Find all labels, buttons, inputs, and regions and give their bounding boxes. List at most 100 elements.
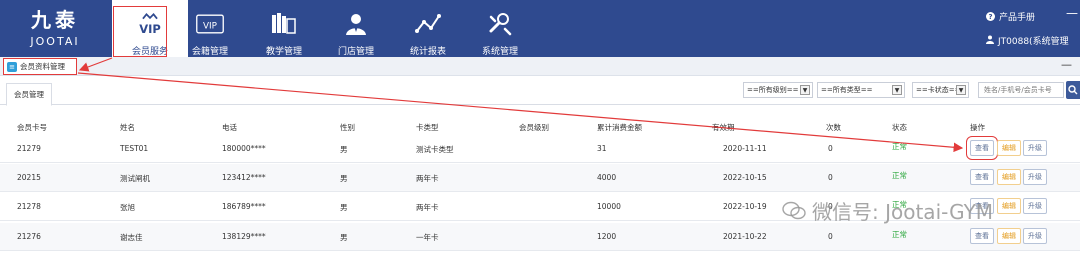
cell-expiry: 2022-10-19	[723, 202, 767, 211]
cell-card-type: 测试卡类型	[416, 145, 454, 154]
nav-label-teaching: 教学管理	[265, 47, 302, 57]
level-select[interactable]: ==所有级别== ▼	[743, 82, 813, 98]
nav-label-reports: 统计报表	[409, 47, 446, 57]
user-label: JT0088(系统管理	[998, 37, 1069, 47]
cell-phone: 186789****	[222, 202, 266, 211]
user-icon	[986, 35, 994, 47]
chart-line-icon	[413, 10, 443, 38]
col-header-status: 状态	[892, 123, 907, 132]
col-header-gender: 性别	[340, 123, 355, 132]
col-header-card: 会员卡号	[17, 123, 47, 132]
watermark: 微信号: Jootai-GYM	[782, 196, 993, 225]
cell-card: 21279	[17, 144, 41, 153]
cell-name: 张旭	[120, 203, 135, 212]
cell-gender: 男	[340, 203, 348, 212]
cell-total: 1200	[597, 232, 617, 241]
type-select[interactable]: ==所有类型== ▼	[817, 82, 905, 98]
edit-button[interactable]: 编辑	[997, 169, 1021, 185]
app-window: 九泰 JOOTAI VIP 会员服务 VIP 会籍管理 教学管理 门店管理 统计…	[0, 0, 1080, 256]
col-header-total: 累计消费金额	[597, 123, 642, 132]
status-badge: 正常	[892, 142, 907, 151]
wechat-icon	[782, 201, 806, 219]
card-status-select-value: ==卡状态==	[916, 86, 961, 94]
edit-button[interactable]: 编辑	[997, 140, 1021, 156]
cell-expiry: 2020-11-11	[723, 144, 767, 153]
breadcrumb-tab-member-data[interactable]: ≡ 会员资料管理	[3, 58, 77, 75]
nav-item-system[interactable]: 系统管理	[462, 0, 538, 57]
cell-card-type: 两年卡	[416, 174, 439, 183]
current-user[interactable]: JT0088(系统管理	[986, 34, 1069, 47]
tab-member-management[interactable]: 会员管理	[6, 83, 52, 106]
search-icon	[1068, 85, 1078, 95]
upgrade-button[interactable]: 升级	[1023, 140, 1047, 156]
cell-name: 谢志佳	[120, 233, 143, 242]
breadcrumb-label: 会员资料管理	[20, 62, 65, 71]
col-header-expiry: 有效期	[712, 123, 735, 132]
col-header-name: 姓名	[120, 123, 135, 132]
vip-card-icon: VIP	[195, 10, 225, 38]
cell-count: 0	[828, 144, 833, 153]
books-icon	[269, 10, 299, 38]
cell-phone: 180000****	[222, 144, 266, 153]
edit-button[interactable]: 编辑	[997, 228, 1021, 244]
col-header-actions: 操作	[970, 123, 985, 132]
collapse-panel-button[interactable]: —	[1061, 58, 1072, 71]
svg-text:VIP: VIP	[203, 21, 218, 31]
top-right-area: ? 产品手册 JT0088(系统管理 —	[970, 0, 1080, 57]
help-circle-icon: ?	[986, 12, 995, 21]
nav-label-store: 门店管理	[337, 47, 374, 57]
cell-card: 21276	[17, 232, 41, 241]
window-minimize[interactable]: —	[1066, 6, 1078, 20]
upgrade-button[interactable]: 升级	[1023, 228, 1047, 244]
col-header-level: 会员级别	[519, 123, 549, 132]
cell-name: 测试闸机	[120, 174, 150, 183]
cell-card: 20215	[17, 173, 41, 182]
cell-gender: 男	[340, 233, 348, 242]
table-row: 21279 TEST01 180000**** 男 测试卡类型 31 2020-…	[0, 135, 1080, 163]
cell-gender: 男	[340, 174, 348, 183]
cell-total: 10000	[597, 202, 621, 211]
cell-card-type: 一年卡	[416, 233, 439, 242]
cell-gender: 男	[340, 145, 348, 154]
status-badge: 正常	[892, 230, 907, 239]
view-button[interactable]: 查看	[970, 228, 994, 244]
chevron-down-icon: ▼	[800, 85, 810, 95]
annotation-highlight-nav	[113, 6, 167, 57]
product-manual-link[interactable]: ? 产品手册	[986, 10, 1035, 23]
table-row: 20215 测试闸机 123412**** 男 两年卡 4000 2022-10…	[0, 164, 1080, 192]
card-status-select[interactable]: ==卡状态== ▼	[912, 82, 969, 98]
wrench-icon	[485, 10, 515, 38]
status-badge: 正常	[892, 171, 907, 180]
watermark-text: 微信号: Jootai-GYM	[812, 200, 994, 224]
col-header-count: 次数	[826, 123, 841, 132]
nav-item-store[interactable]: 门店管理	[318, 0, 394, 57]
brand-logo[interactable]: 九泰 JOOTAI	[0, 0, 110, 57]
cell-name: TEST01	[120, 144, 149, 153]
view-button[interactable]: 查看	[966, 136, 998, 160]
search-button[interactable]	[1066, 81, 1080, 99]
nav-item-reports[interactable]: 统计报表	[390, 0, 466, 57]
cell-card-type: 两年卡	[416, 203, 439, 212]
table-header: 会员卡号 姓名 电话 性别 卡类型 会员级别 累计消费金额 有效期 次数 状态 …	[0, 119, 1080, 135]
view-button[interactable]: 查看	[970, 169, 994, 185]
type-select-value: ==所有类型==	[821, 86, 873, 94]
cell-card: 21278	[17, 202, 41, 211]
cell-phone: 123412****	[222, 173, 266, 182]
top-navigation-bar: 九泰 JOOTAI VIP 会员服务 VIP 会籍管理 教学管理 门店管理 统计…	[0, 0, 1080, 57]
cell-count: 0	[828, 232, 833, 241]
cell-expiry: 2021-10-22	[723, 232, 767, 241]
chevron-down-icon: ▼	[892, 85, 902, 95]
col-header-phone: 电话	[222, 123, 237, 132]
brand-logo-en: JOOTAI	[30, 35, 80, 48]
edit-button[interactable]: 编辑	[997, 198, 1021, 214]
nav-label-membership: 会籍管理	[191, 47, 228, 57]
breadcrumb-bar: ≡ 会员资料管理	[0, 57, 1080, 76]
upgrade-button[interactable]: 升级	[1023, 198, 1047, 214]
search-input[interactable]	[978, 82, 1064, 98]
nav-item-teaching[interactable]: 教学管理	[246, 0, 322, 57]
upgrade-button[interactable]: 升级	[1023, 169, 1047, 185]
cell-expiry: 2022-10-15	[723, 173, 767, 182]
cell-phone: 138129****	[222, 232, 266, 241]
col-header-card-type: 卡类型	[416, 123, 439, 132]
nav-item-membership[interactable]: VIP 会籍管理	[172, 0, 248, 57]
